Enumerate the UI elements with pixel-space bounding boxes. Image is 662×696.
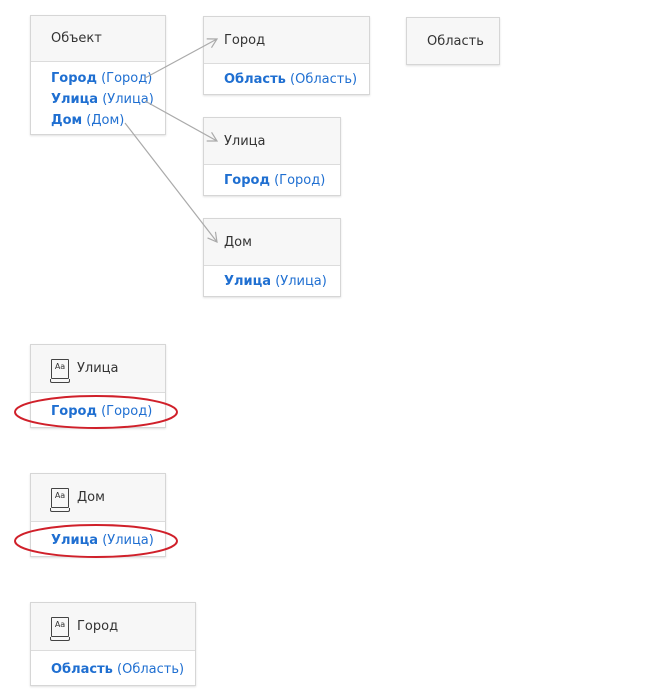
card-dict-house: Aa Дом Улица (Улица)	[30, 473, 166, 557]
card-body: Город (Город)	[31, 393, 165, 428]
dictionary-icon: Aa	[50, 358, 70, 383]
field-name: Город	[224, 173, 270, 188]
card-header: Aa Улица	[31, 345, 165, 393]
field-name: Город	[51, 404, 97, 419]
field-type: (Улица)	[102, 92, 154, 107]
field-name: Улица	[224, 274, 272, 289]
field-name: Город	[51, 71, 97, 86]
dictionary-icon: Aa	[50, 616, 70, 641]
field-row[interactable]: Улица (Улица)	[224, 271, 327, 292]
card-header: Дом	[204, 219, 340, 266]
card-body: Город (Город)	[204, 165, 340, 197]
field-row[interactable]: Улица (Улица)	[51, 530, 154, 551]
card-title: Объект	[51, 31, 102, 46]
field-row[interactable]: Город (Город)	[51, 401, 152, 422]
field-type: (Область)	[290, 72, 358, 87]
card-header: Объект	[31, 16, 165, 62]
field-name: Область	[224, 72, 286, 87]
card-title: Улица	[224, 133, 266, 149]
field-row[interactable]: Город (Город)	[224, 170, 325, 191]
field-row[interactable]: Улица (Улица)	[51, 89, 154, 110]
field-name: Улица	[51, 533, 99, 548]
field-type: (Улица)	[102, 533, 154, 548]
card-header: Улица	[204, 118, 340, 165]
card-header: Aa Дом	[31, 474, 165, 522]
card-title: Дом	[77, 490, 105, 505]
field-name: Улица	[51, 92, 99, 107]
card-city: Город Область (Область)	[203, 16, 370, 95]
card-body: Область (Область)	[204, 64, 369, 96]
card-title: Город	[224, 32, 266, 48]
card-header: Область	[407, 18, 499, 64]
field-type: (Город)	[274, 173, 326, 188]
field-type: (Дом)	[86, 113, 125, 128]
card-body: Улица (Улица)	[204, 266, 340, 298]
field-row[interactable]: Область (Область)	[51, 659, 184, 680]
field-name: Дом	[51, 113, 83, 128]
card-title: Дом	[224, 234, 252, 250]
card-dict-city: Aa Город Область (Область)	[30, 602, 196, 686]
field-name: Область	[51, 662, 113, 677]
card-header: Город	[204, 17, 369, 64]
card-dict-street: Aa Улица Город (Город)	[30, 344, 166, 428]
card-object: Объект Город (Город) Улица (Улица) Дом (…	[30, 15, 166, 135]
field-row[interactable]: Город (Город)	[51, 68, 152, 89]
card-title: Область	[427, 33, 484, 49]
card-street: Улица Город (Город)	[203, 117, 341, 196]
card-header: Aa Город	[31, 603, 195, 651]
field-row[interactable]: Область (Область)	[224, 69, 357, 90]
field-type: (Улица)	[275, 274, 327, 289]
field-type: (Город)	[101, 71, 153, 86]
card-house: Дом Улица (Улица)	[203, 218, 341, 297]
card-body: Улица (Улица)	[31, 522, 165, 557]
field-row[interactable]: Дом (Дом)	[51, 110, 145, 131]
card-title: Город	[77, 619, 119, 634]
dictionary-icon: Aa	[50, 487, 70, 512]
field-type: (Область)	[117, 662, 185, 677]
card-region: Область	[406, 17, 500, 65]
card-body: Город (Город) Улица (Улица) Дом (Дом)	[31, 62, 165, 137]
card-body: Область (Область)	[31, 651, 195, 686]
card-title: Улица	[77, 361, 119, 376]
field-type: (Город)	[101, 404, 153, 419]
